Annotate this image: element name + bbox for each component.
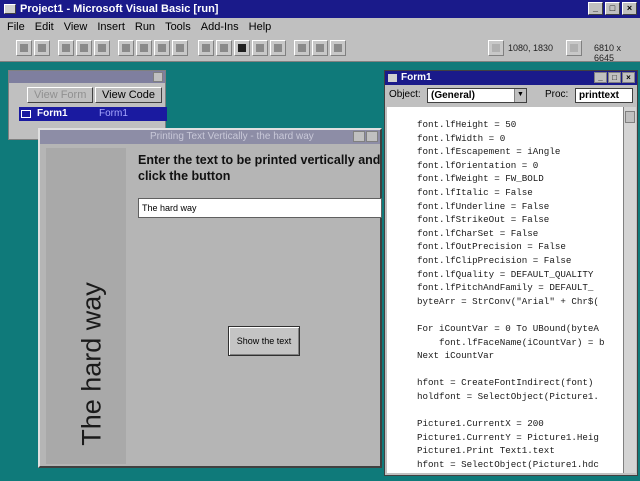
close-icon[interactable] (153, 72, 163, 82)
code-line: font.lfHeight = 50 (417, 119, 517, 130)
object-browser-icon[interactable] (154, 40, 170, 56)
lock-controls-icon[interactable] (94, 40, 110, 56)
end-icon[interactable] (234, 40, 250, 56)
position-readout: 1080, 1830 (508, 43, 554, 53)
code-line: font.lfCharSet = False (417, 227, 539, 239)
proc-dropdown[interactable]: printtext (575, 88, 633, 103)
code-window: Form1 _ □ × Object: (General) ▼ Proc: pr… (384, 70, 638, 476)
menu-insert[interactable]: Insert (92, 21, 130, 33)
app-title-bar: Project1 - Microsoft Visual Basic [run] … (0, 0, 640, 18)
code-line: font.lfQuality = DEFAULT_QUALITY (417, 268, 594, 280)
start-icon[interactable] (198, 40, 214, 56)
code-line: font.lfClipPrecision = False (417, 255, 572, 266)
menu-run[interactable]: Run (130, 21, 160, 33)
menu-file[interactable]: File (2, 21, 30, 33)
code-line: Picture1.CurrentX = 200 (417, 418, 544, 430)
code-window-title: Form1 (401, 72, 432, 83)
toolbar: 1080, 1830 6810 x 6645 (0, 36, 640, 63)
menu-tools[interactable]: Tools (160, 21, 196, 33)
menu-edit[interactable]: Edit (30, 21, 59, 33)
proc-label: Proc: (545, 89, 569, 100)
code-line: holdfont = SelectObject(Picture1. (417, 391, 599, 402)
code-maximize-button[interactable]: □ (608, 72, 621, 83)
save-project-icon[interactable] (76, 40, 92, 56)
form-caption: Printing Text Vertically - the hard way (150, 131, 314, 142)
app-icon[interactable] (4, 4, 16, 14)
code-selector-bar: Object: (General) ▼ Proc: printtext (385, 85, 637, 105)
code-line: font.lfEscapement = iAngle (417, 146, 561, 158)
code-window-title-bar[interactable]: Form1 _ □ × (385, 71, 637, 85)
form-window: Printing Text Vertically - the hard way … (38, 128, 382, 468)
open-project-icon[interactable] (58, 40, 74, 56)
code-line: Picture1.CurrentY = Picture1.Heig (417, 431, 599, 443)
object-dropdown[interactable]: (General) ▼ (427, 88, 527, 103)
code-editor[interactable]: font.lfHeight = 50 font.lfWidth = 0 font.l… (387, 107, 623, 473)
position-icon (488, 40, 504, 56)
breakpoint-icon[interactable] (252, 40, 268, 56)
code-line: hfont = SelectObject(Picture1.hdc (417, 459, 599, 470)
code-line: byteArr = StrConv("Arial" + Chr$( (417, 295, 599, 307)
instruction-label: Enter the text to be printed vertically … (138, 153, 381, 183)
calls-icon[interactable] (294, 40, 310, 56)
app-title: Project1 - Microsoft Visual Basic [run] (20, 3, 219, 15)
form-close-button[interactable] (366, 131, 378, 142)
scroll-thumb[interactable] (625, 111, 635, 123)
menu-view[interactable]: View (59, 21, 93, 33)
code-line: font.lfStrikeOut = False (417, 214, 550, 226)
minimize-button[interactable]: _ (588, 2, 603, 15)
proc-value: printtext (579, 90, 619, 101)
code-line: font.lfItalic = False (417, 187, 533, 198)
size-readout: 6810 x 6645 (594, 43, 622, 63)
new-form-icon[interactable] (16, 40, 32, 56)
vertical-scrollbar[interactable] (623, 107, 636, 473)
properties-icon[interactable] (136, 40, 152, 56)
code-line: font.lfWeight = FW_BOLD (417, 173, 544, 185)
text-input[interactable]: The hard way (138, 198, 382, 218)
form-icon (21, 110, 31, 118)
chevron-down-icon[interactable]: ▼ (514, 89, 526, 102)
maximize-button[interactable]: □ (605, 2, 620, 15)
form-icon (388, 74, 397, 82)
code-line: For iCountVar = 0 To UBound(byteA (417, 323, 599, 334)
new-module-icon[interactable] (34, 40, 50, 56)
code-line: font.lfPitchAndFamily = DEFAULT_ (417, 282, 594, 294)
project-window-title-bar[interactable] (9, 71, 165, 83)
form-title-bar[interactable]: Printing Text Vertically - the hard way (40, 130, 380, 144)
code-line: font.lfUnderline = False (417, 200, 550, 212)
menu-bar: File Edit View Insert Run Tools Add-Ins … (0, 18, 640, 36)
code-line: Next iCountVar (417, 350, 495, 362)
size-icon (566, 40, 582, 56)
form-minimize-button[interactable] (353, 131, 365, 142)
menu-addins[interactable]: Add-Ins (196, 21, 244, 33)
code-line: font.lfOrientation = 0 (417, 159, 539, 171)
code-line: hfont = CreateFontIndirect(font) (417, 377, 594, 389)
view-code-button[interactable]: View Code (95, 87, 162, 103)
code-close-button[interactable]: × (622, 72, 635, 83)
close-button[interactable]: × (622, 2, 637, 15)
object-value: (General) (431, 90, 475, 101)
project-item-name: Form1 (37, 108, 68, 119)
step-into-icon[interactable] (312, 40, 328, 56)
code-line: font.lfOutPrecision = False (417, 241, 566, 253)
step-over-icon[interactable] (330, 40, 346, 56)
code-line: Picture1.Print Text1.text (417, 445, 555, 457)
object-label: Object: (389, 89, 421, 100)
code-line: font.lfFaceName(iCountVar) = b (417, 336, 605, 348)
menu-help[interactable]: Help (244, 21, 277, 33)
code-line: font.lfWidth = 0 (417, 132, 506, 144)
project-item-file: Form1 (99, 108, 128, 119)
view-form-button[interactable]: View Form (27, 87, 94, 103)
instant-watch-icon[interactable] (270, 40, 286, 56)
code-minimize-button[interactable]: _ (594, 72, 607, 83)
project-item-form1[interactable]: Form1 Form1 (19, 107, 167, 121)
vertical-text: The hard way (76, 282, 107, 446)
project-icon[interactable] (172, 40, 188, 56)
break-icon[interactable] (216, 40, 232, 56)
show-text-button[interactable]: Show the text (228, 326, 300, 356)
menu-editor-icon[interactable] (118, 40, 134, 56)
